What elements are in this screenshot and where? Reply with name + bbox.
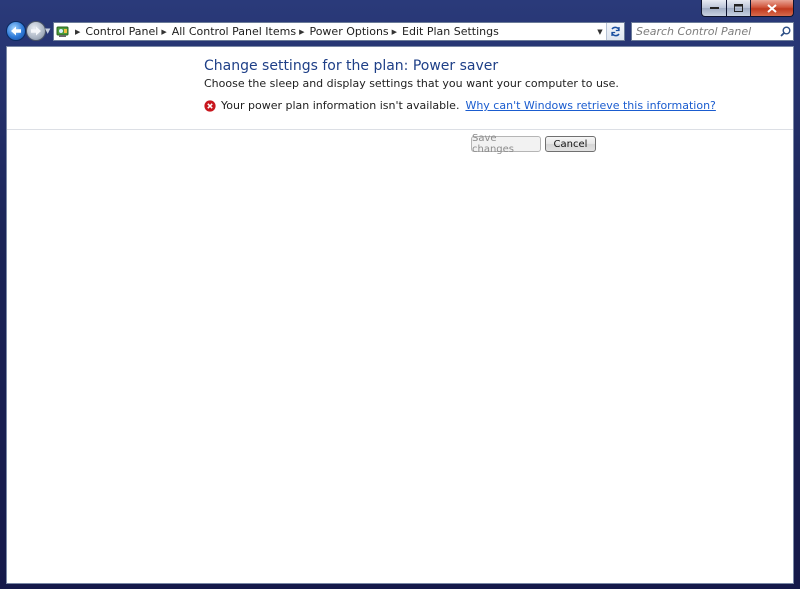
address-history-dropdown[interactable]: ▼ xyxy=(594,28,606,36)
address-bar[interactable]: ▶ Control Panel ▶ All Control Panel Item… xyxy=(53,22,625,41)
error-message-row: Your power plan information isn't availa… xyxy=(204,98,716,113)
forward-button[interactable] xyxy=(26,21,46,41)
plan-settings-panel: Change settings for the plan: Power save… xyxy=(7,47,793,130)
minimize-icon xyxy=(709,7,719,9)
search-box[interactable] xyxy=(631,22,794,41)
close-icon xyxy=(767,3,777,13)
breadcrumb-all-control-panel-items[interactable]: All Control Panel Items xyxy=(172,25,296,38)
minimize-button[interactable] xyxy=(701,0,727,17)
caption-buttons xyxy=(701,0,794,18)
breadcrumb-separator-icon[interactable]: ▶ xyxy=(158,28,171,36)
recent-pages-dropdown[interactable]: ▼ xyxy=(45,27,52,35)
search-icon[interactable] xyxy=(777,26,793,37)
help-link[interactable]: Why can't Windows retrieve this informat… xyxy=(465,99,715,112)
maximize-button[interactable] xyxy=(727,0,751,17)
save-changes-button[interactable]: Save changes xyxy=(471,133,541,155)
page-title: Change settings for the plan: Power save… xyxy=(204,58,499,74)
breadcrumb-separator-icon[interactable]: ▶ xyxy=(389,28,402,36)
error-message: Your power plan information isn't availa… xyxy=(221,99,460,112)
window-frame: ▼ ▶ Control Panel ▶ All Control Panel It… xyxy=(0,0,800,589)
search-input[interactable] xyxy=(632,24,777,39)
page-description: Choose the sleep and display settings th… xyxy=(204,77,619,90)
content-area: Change settings for the plan: Power save… xyxy=(6,46,794,584)
back-arrow-icon xyxy=(11,26,21,36)
error-icon xyxy=(204,99,216,112)
maximize-icon xyxy=(734,4,743,12)
refresh-button[interactable] xyxy=(606,23,624,40)
navigation-toolbar: ▼ ▶ Control Panel ▶ All Control Panel It… xyxy=(0,18,800,46)
breadcrumb-separator-icon[interactable]: ▶ xyxy=(72,28,85,36)
close-button[interactable] xyxy=(751,0,794,17)
control-panel-icon xyxy=(54,23,72,40)
breadcrumb-power-options[interactable]: Power Options xyxy=(309,25,388,38)
forward-arrow-icon xyxy=(31,26,41,36)
back-button[interactable] xyxy=(6,21,26,41)
breadcrumb-control-panel[interactable]: Control Panel xyxy=(85,25,158,38)
cancel-button[interactable]: Cancel xyxy=(545,136,596,152)
refresh-icon xyxy=(611,26,620,37)
action-buttons: Save changes Cancel xyxy=(471,133,596,155)
breadcrumb-edit-plan-settings[interactable]: Edit Plan Settings xyxy=(402,25,499,38)
breadcrumb-separator-icon[interactable]: ▶ xyxy=(296,28,309,36)
